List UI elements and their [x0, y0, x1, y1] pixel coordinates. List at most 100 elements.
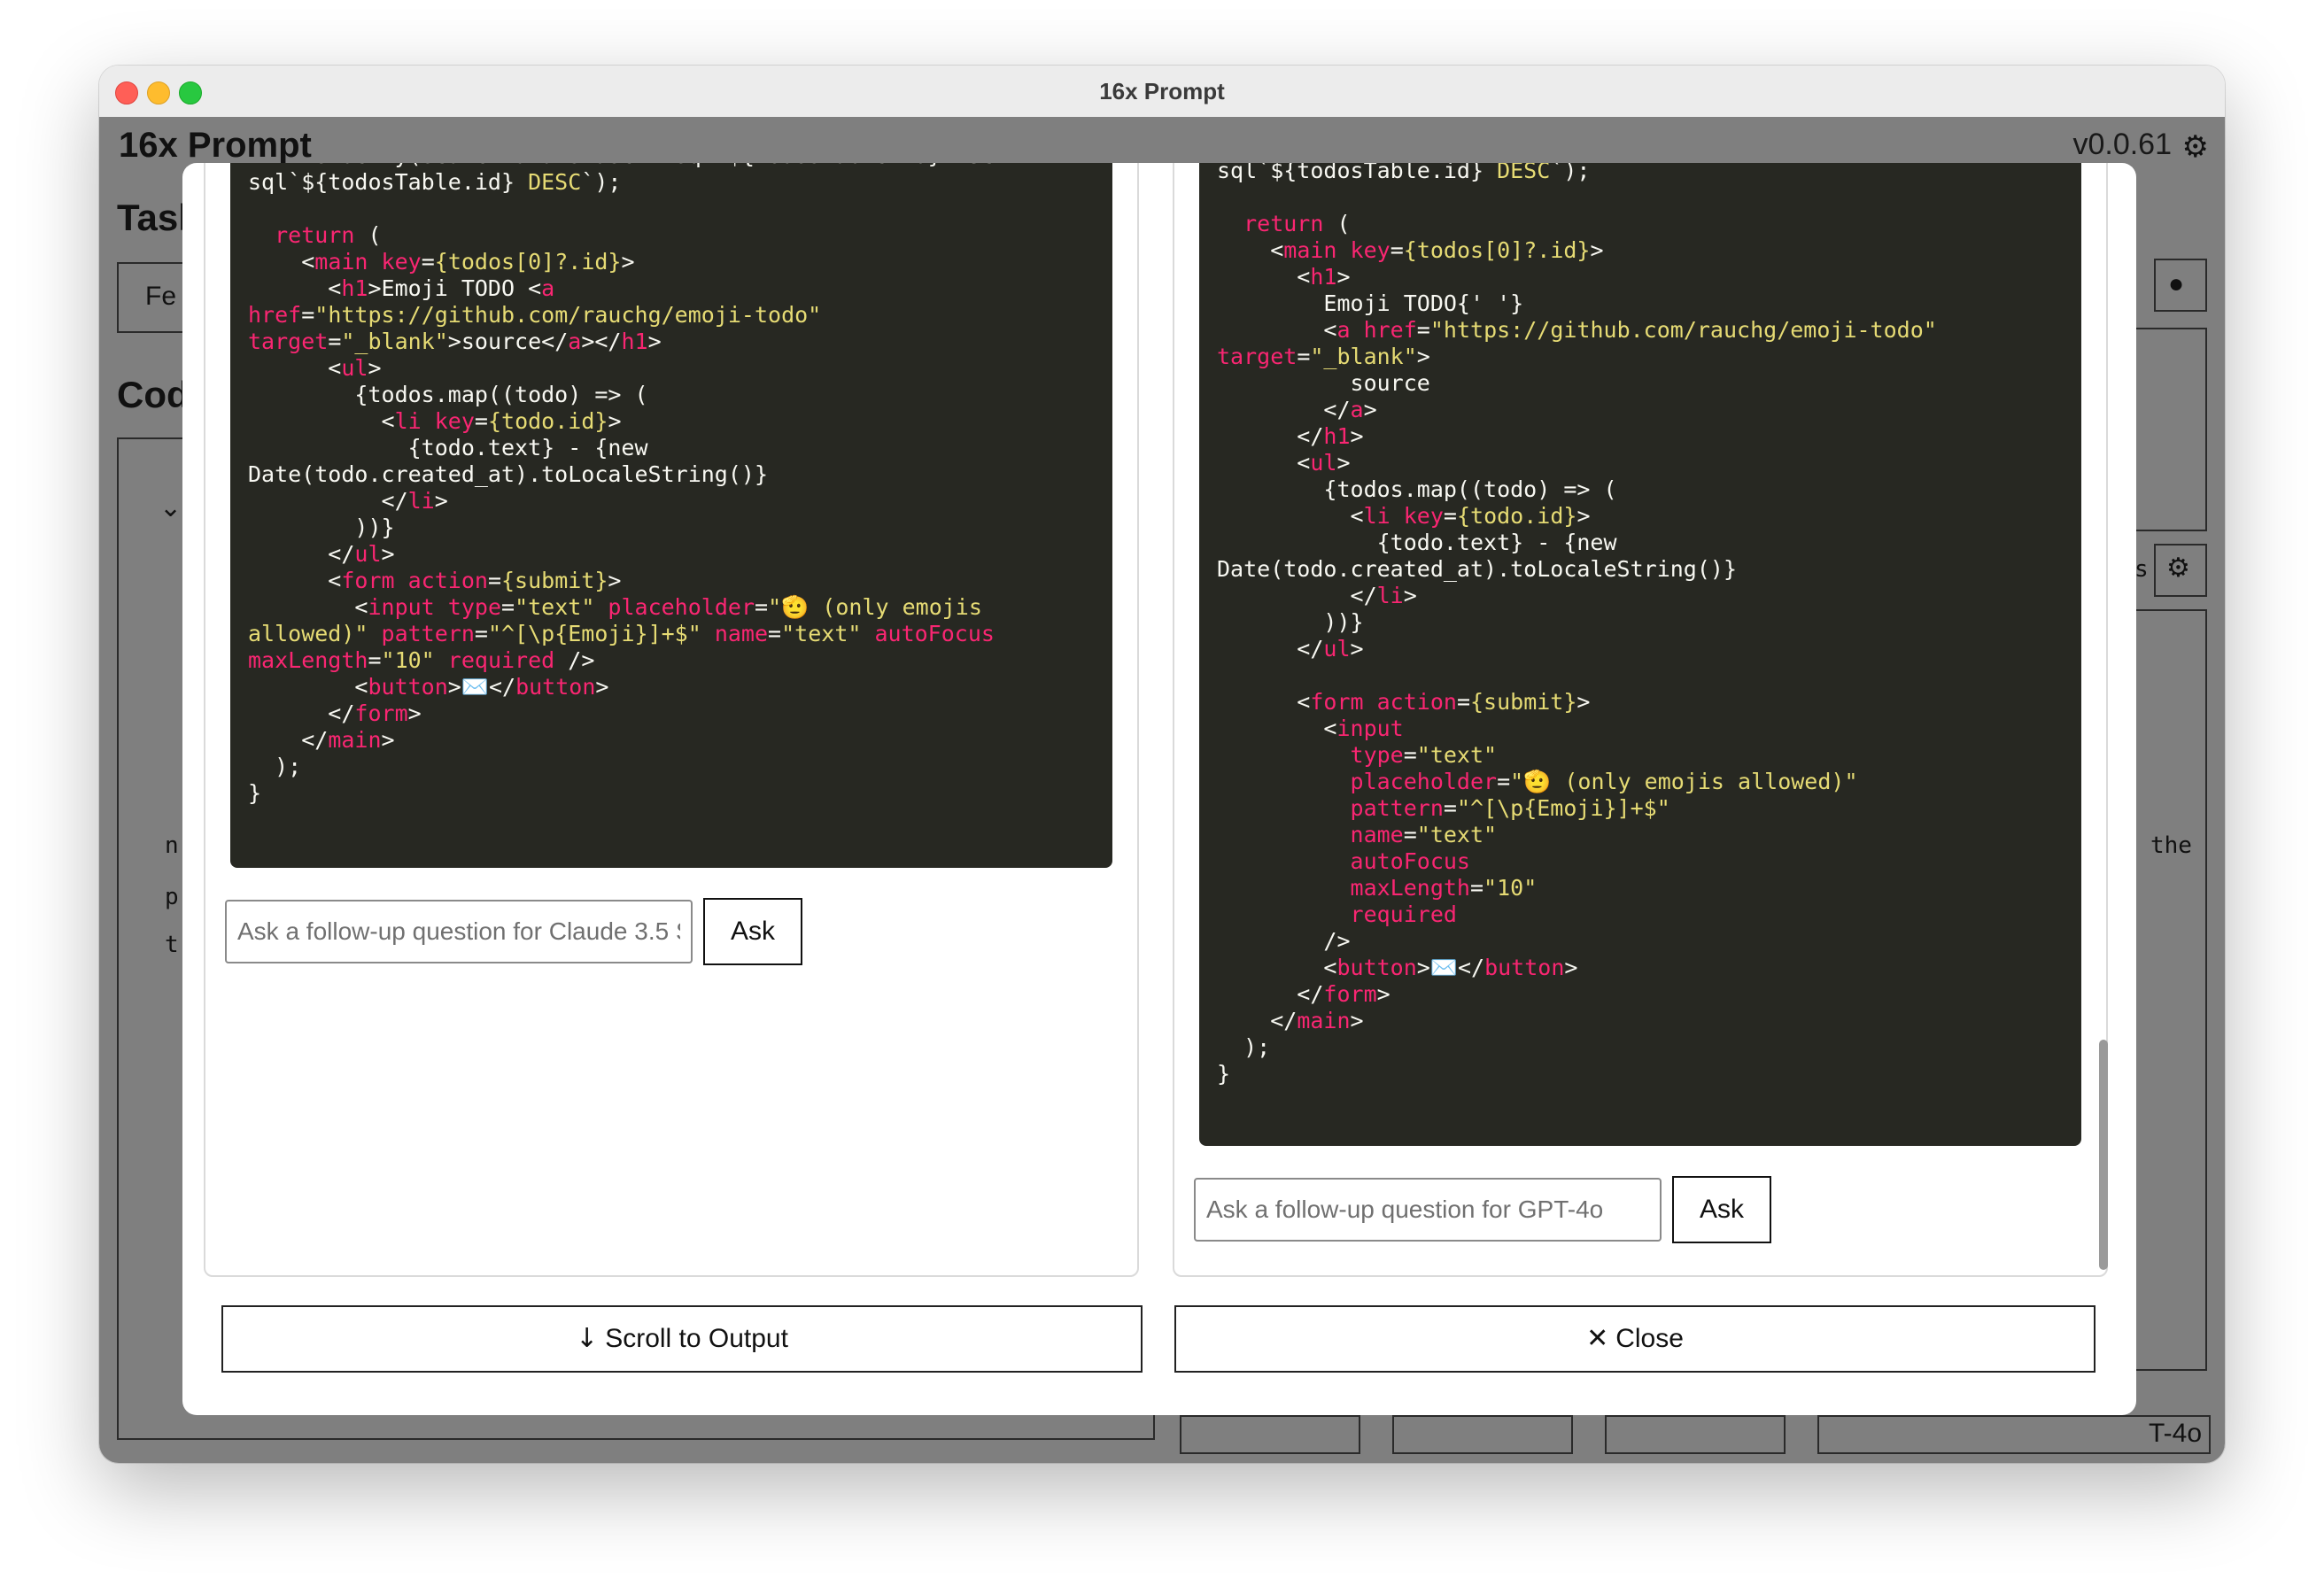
code-token: >✉️</ [447, 674, 516, 700]
code-token: action [1363, 689, 1457, 715]
code-token: li [394, 408, 422, 434]
code-token: button [1336, 955, 1417, 980]
code-token: form [1323, 981, 1377, 1007]
gpt-followup-input[interactable] [1194, 1178, 1662, 1242]
code-token: maxLength [1217, 875, 1470, 901]
code-token: } [1217, 1061, 1231, 1087]
scrollbar-thumb[interactable] [2099, 1040, 2108, 1270]
code-token: a [541, 275, 555, 301]
code-token: >source</ [447, 329, 569, 354]
code-line: /> [1217, 928, 1937, 955]
code-token: < [248, 408, 395, 434]
code-line: <input [1217, 716, 1937, 742]
code-token: Date(todo.created_at).toLocaleString()} [248, 461, 768, 487]
code-token: </ [248, 488, 408, 514]
code-token: < [248, 674, 368, 700]
code-token: {todos[0]?.id} [1403, 237, 1591, 263]
code-token: </ [1217, 981, 1324, 1007]
code-token: DESC [528, 169, 582, 195]
code-token: ))} [248, 515, 395, 540]
code-line: allowed)" pattern="^[\p{Emoji}]+$" name=… [248, 621, 1034, 647]
code-token: = [474, 408, 488, 434]
code-token: type [434, 594, 501, 620]
code-token: < [1217, 689, 1311, 715]
arrow-down-icon: ↓ [576, 1323, 599, 1354]
code-token: = [1497, 769, 1511, 794]
close-button[interactable]: ✕ Close [1174, 1305, 2095, 1373]
code-token: form [354, 700, 408, 726]
code-token: key [368, 249, 422, 275]
code-token: `); [581, 169, 622, 195]
code-token: < [248, 275, 342, 301]
code-token: < [1217, 450, 1311, 476]
code-token: </ [248, 727, 329, 753]
code-token: < [1217, 503, 1364, 529]
code-line: return ( [1217, 211, 1937, 237]
code-token: name [1217, 822, 1404, 847]
claude-ask-button[interactable]: Ask [703, 898, 802, 965]
code-token: < [248, 355, 342, 381]
code-line: <h1> [1217, 264, 1937, 290]
code-line: <li key={todo.id}> [1217, 503, 1937, 530]
code-token: = [755, 594, 769, 620]
code-token: < [248, 568, 342, 593]
code-line: </form> [248, 700, 1034, 727]
code-token: >Emoji TODO < [368, 275, 542, 301]
claude-followup-input[interactable] [225, 900, 693, 963]
code-line: Date(todo.created_at).toLocaleString()} [248, 461, 1034, 488]
claude-code-block: .orderBy(searchParams.asc ? sql`${todosT… [230, 163, 1112, 868]
code-token: pattern [1217, 795, 1444, 821]
code-line: } [248, 780, 1034, 807]
code-token: placeholder [1217, 769, 1498, 794]
code-token: "_blank" [341, 329, 448, 354]
code-token: } [248, 780, 262, 806]
code-token: href [1350, 317, 1417, 343]
code-token: > [434, 488, 448, 514]
code-line: maxLength="10" required /> [248, 647, 1034, 674]
code-token: = [487, 568, 501, 593]
scroll-to-output-button[interactable]: ↓ Scroll to Output [221, 1305, 1143, 1373]
code-token: return [248, 222, 355, 248]
title-bar: 16x Prompt [99, 66, 2225, 118]
code-token: "10" [1483, 875, 1538, 901]
code-token: > [608, 568, 622, 593]
code-token: {todo.text} - {new [1217, 530, 1617, 555]
code-token: "text" [515, 594, 595, 620]
code-token: target [248, 329, 329, 354]
code-token: {todos[0]?.id} [434, 249, 622, 275]
code-token: "https://github.com/rauchg/emoji-todo" [1429, 317, 1937, 343]
code-token: > [1336, 264, 1351, 290]
code-token: > [368, 355, 382, 381]
code-line: return ( [248, 222, 1034, 249]
code-token: = [1443, 503, 1457, 529]
code-token: </ [248, 541, 355, 567]
code-token: h1 [1310, 264, 1337, 290]
code-token: li [1363, 503, 1391, 529]
code-token: main [328, 727, 382, 753]
code-line: maxLength="10" [1217, 875, 1937, 901]
code-token: required [434, 647, 555, 673]
code-line: <main key={todos[0]?.id}> [1217, 237, 1937, 264]
code-line: <button>✉️</button> [1217, 955, 1937, 981]
code-token: Date(todo.created_at).toLocaleString()} [1217, 556, 1737, 582]
code-token: > [1590, 237, 1604, 263]
code-token: a [1336, 317, 1351, 343]
x-icon: ✕ [1586, 1323, 1609, 1354]
code-token: .orderBy(searchParams.asc ? sql`${todosT… [248, 163, 1034, 168]
gpt-ask-button[interactable]: Ask [1672, 1176, 1771, 1243]
code-token: "^[\p{Emoji}]+$" [1456, 795, 1670, 821]
code-token: = [328, 329, 342, 354]
code-line: <form action={submit}> [248, 568, 1034, 594]
code-token: key [421, 408, 475, 434]
code-token: > [1403, 583, 1417, 608]
code-token: li [1376, 583, 1404, 608]
code-token: ul [341, 355, 368, 381]
code-line: </li> [1217, 583, 1937, 609]
code-token: required [1217, 901, 1457, 927]
code-token: </ [1217, 397, 1351, 422]
code-token: sql`${todosTable.id} [1217, 163, 1498, 183]
code-token: h1 [1323, 423, 1351, 449]
code-line: <input type="text" placeholder="🫡 (only … [248, 594, 1034, 621]
